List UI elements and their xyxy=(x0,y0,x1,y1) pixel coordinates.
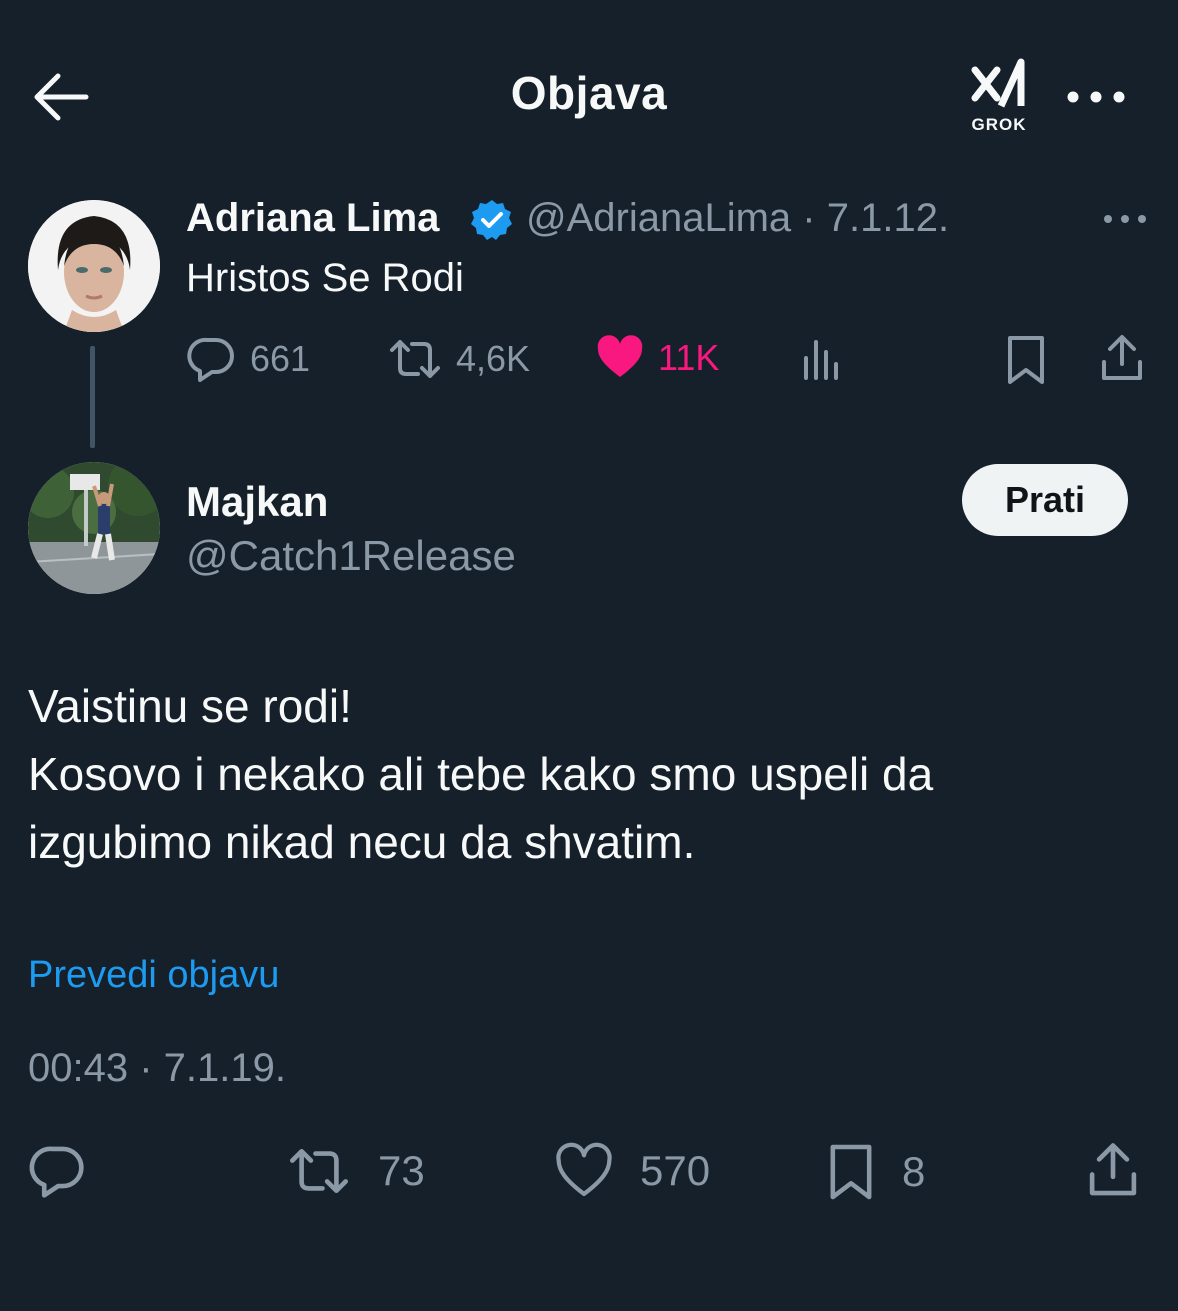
more-horizontal-icon xyxy=(1104,215,1146,223)
post-time: 00:43 xyxy=(28,1046,129,1090)
like-count: 11K xyxy=(658,337,720,378)
repost-count: 4,6K xyxy=(456,338,531,379)
author-name[interactable]: Majkan xyxy=(186,478,328,526)
author-handle[interactable]: @Catch1Release xyxy=(186,532,516,580)
share-button[interactable] xyxy=(1098,334,1146,384)
avatar-basketball-photo-image xyxy=(28,462,160,594)
repost-count: 73 xyxy=(378,1147,425,1194)
heart-outline-icon xyxy=(556,1142,612,1197)
bookmark-button[interactable]: 8 xyxy=(826,1142,925,1202)
follow-button[interactable]: Prati xyxy=(962,464,1128,536)
repost-icon xyxy=(390,340,440,378)
author-name[interactable]: Adriana Lima xyxy=(186,196,439,241)
avatar-portrait-image xyxy=(28,200,160,332)
thread-connector-line xyxy=(90,346,95,448)
avatar-majkan[interactable] xyxy=(28,462,160,594)
reply-icon xyxy=(29,1146,84,1198)
repost-button[interactable]: 4,6K xyxy=(388,334,530,384)
repost-icon xyxy=(290,1148,348,1194)
views-chart-icon xyxy=(804,340,838,380)
reply-button[interactable]: 661 xyxy=(186,334,310,384)
heart-filled-icon xyxy=(597,335,643,377)
like-button[interactable]: 11K xyxy=(596,334,719,382)
verified-badge-icon[interactable] xyxy=(470,198,514,242)
translate-post-link[interactable]: Prevedi objavu xyxy=(28,954,279,997)
reply-button[interactable] xyxy=(28,1142,86,1200)
bookmark-count: 8 xyxy=(902,1148,926,1195)
views-button[interactable] xyxy=(800,334,846,384)
tweet-body: Vaistinu se rodi! Kosovo i nekako ali te… xyxy=(28,672,1148,876)
repost-button[interactable]: 73 xyxy=(286,1142,425,1200)
share-icon xyxy=(1089,1143,1137,1196)
tweet-line: Kosovo i nekako ali tebe kako smo uspeli… xyxy=(28,748,934,800)
like-button[interactable]: 570 xyxy=(554,1142,710,1200)
reply-count: 661 xyxy=(250,338,311,379)
grok-icon xyxy=(971,58,1025,108)
post-date: 7.1.19. xyxy=(163,1046,286,1090)
grok-label: GROK xyxy=(971,115,1027,134)
post-date: 7.1.12. xyxy=(826,196,950,240)
separator-dot: · xyxy=(128,1046,164,1090)
like-count: 570 xyxy=(640,1147,711,1194)
bookmark-icon xyxy=(830,1144,872,1200)
share-button[interactable] xyxy=(1084,1142,1142,1200)
tweet-line: Vaistinu se rodi! xyxy=(28,680,352,732)
post-timestamp: 00:43 · 7.1.19. xyxy=(28,1046,286,1091)
bookmark-icon xyxy=(1008,336,1044,384)
more-horizontal-icon xyxy=(1067,91,1125,103)
author-handle: @AdrianaLima xyxy=(526,196,792,240)
bookmark-button[interactable] xyxy=(1004,334,1048,386)
share-icon xyxy=(1102,335,1142,380)
tweet-text: Hristos Se Rodi xyxy=(186,256,464,300)
tweet-line: izgubimo nikad necu da shvatim. xyxy=(28,816,696,868)
avatar-adriana[interactable] xyxy=(28,200,160,332)
separator-dot: · xyxy=(791,196,827,240)
author-handle-and-date[interactable]: @AdrianaLima · 7.1.12. xyxy=(526,196,949,241)
tweet-more-button[interactable] xyxy=(1100,206,1150,232)
grok-button[interactable]: GROK xyxy=(960,56,1038,138)
reply-icon xyxy=(187,337,234,382)
more-options-button[interactable] xyxy=(1062,82,1130,112)
